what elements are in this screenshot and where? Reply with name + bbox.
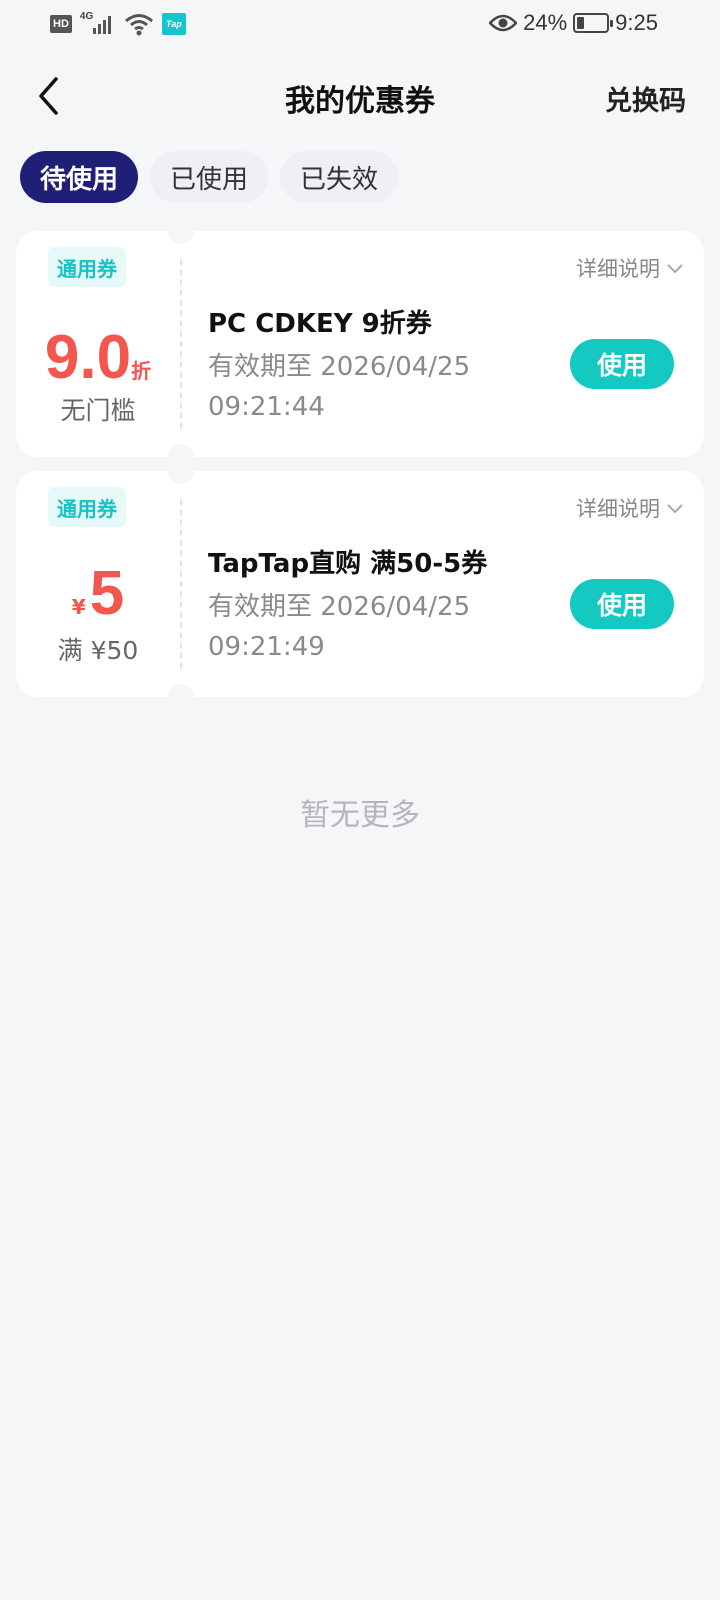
coupon-type-tag: 通用券 [48, 487, 126, 527]
coupon-title: PC CDKEY 9折券 [208, 309, 432, 339]
chevron-down-icon [667, 264, 683, 274]
coupon-value: ¥5 [16, 563, 180, 625]
network-type: 4G [79, 11, 94, 22]
coupon-divider [180, 499, 182, 669]
chevron-down-icon [667, 504, 683, 514]
status-tabs: 待使用 已使用 已失效 [20, 151, 399, 203]
eye-icon [489, 14, 518, 32]
coupon-condition: 无门槛 [60, 396, 136, 425]
hd-badge: HD [50, 15, 72, 33]
use-coupon-button[interactable]: 使用 [570, 339, 674, 389]
status-bar: HD 4G Tap 24% 9:25 [0, 0, 720, 50]
coupon-card: 通用券 ¥5 满 ¥50 详细说明 TapTap直购 满50-5券 有效期至 2… [16, 458, 704, 710]
discount-unit: 折 [131, 359, 152, 383]
signal-icon: 4G [79, 11, 116, 36]
wifi-icon [124, 14, 153, 36]
coupon-value: 9.0折 [16, 327, 180, 389]
details-toggle[interactable]: 详细说明 [576, 493, 684, 523]
taptap-app-icon: Tap [161, 13, 186, 35]
discount-value: 5 [89, 559, 125, 628]
coupon-card: 通用券 9.0折 无门槛 详细说明 PC CDKEY 9折券 有效期至 2026… [16, 218, 704, 470]
status-left-icons: HD 4G Tap [50, 11, 186, 36]
coupon-validity: 有效期至 2026/04/25 09:21:49 [208, 592, 471, 662]
coupon-condition: 满 ¥50 [57, 636, 139, 665]
details-label: 详细说明 [576, 257, 660, 281]
redeem-code-button[interactable]: 兑换码 [605, 79, 686, 118]
coupon-divider [180, 259, 182, 429]
discount-value: 9.0 [44, 323, 132, 392]
currency-symbol: ¥ [71, 595, 86, 619]
clock: 9:25 [615, 10, 658, 35]
tab-used[interactable]: 已使用 [150, 151, 269, 203]
use-coupon-button[interactable]: 使用 [570, 579, 674, 629]
battery-percent: 24% [523, 10, 568, 35]
coupon-title: TapTap直购 满50-5券 [208, 549, 488, 579]
no-more-label: 暂无更多 [300, 798, 420, 833]
header: 我的优惠券 兑换码 [0, 60, 720, 132]
tab-expired[interactable]: 已失效 [280, 151, 399, 203]
details-label: 详细说明 [576, 497, 660, 521]
tab-unused[interactable]: 待使用 [20, 151, 139, 203]
battery-icon [573, 13, 614, 33]
coupon-validity: 有效期至 2026/04/25 09:21:44 [208, 352, 471, 422]
details-toggle[interactable]: 详细说明 [576, 253, 684, 283]
coupon-type-tag: 通用券 [48, 247, 126, 287]
status-right-icons: 24% 9:25 [489, 10, 658, 36]
